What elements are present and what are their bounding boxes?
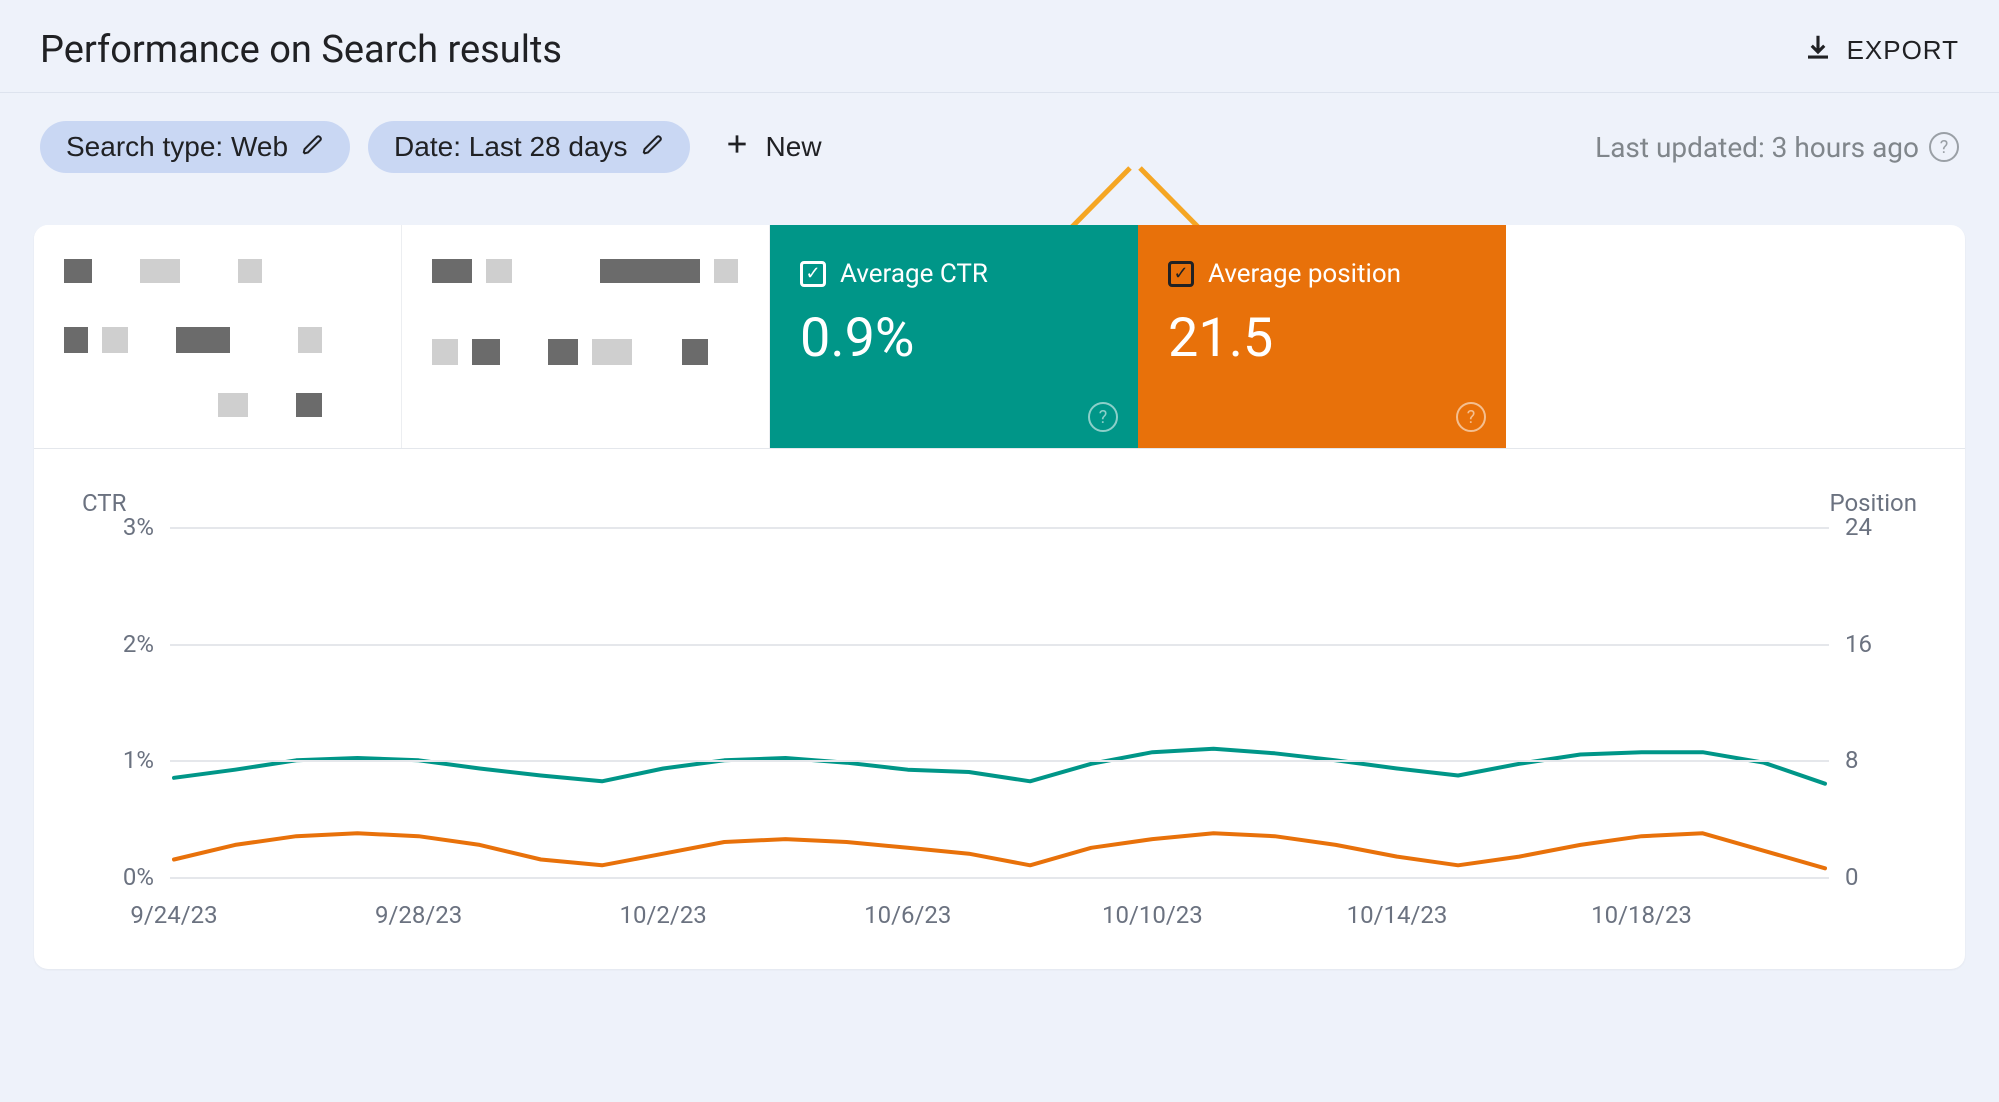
x-tick: 10/18/23 [1591, 901, 1692, 929]
redacted-content [64, 259, 371, 418]
metric-ctr-label: Average CTR [840, 259, 988, 289]
y-tick-right: 16 [1845, 630, 1915, 658]
help-icon[interactable]: ? [1456, 402, 1486, 432]
chart-grid: 9/24/239/28/2310/2/2310/6/2310/10/2310/1… [174, 527, 1825, 877]
y-tick-left: 2% [84, 630, 154, 658]
series-ctr [174, 749, 1825, 784]
help-icon[interactable]: ? [1929, 132, 1959, 162]
x-tick: 9/24/23 [130, 901, 217, 929]
last-updated: Last updated: 3 hours ago ? [1595, 131, 1959, 164]
pencil-icon [642, 131, 664, 163]
y-tick-right: 24 [1845, 513, 1915, 541]
metric-position-value: 21.5 [1168, 307, 1476, 370]
redacted-content [432, 259, 739, 418]
x-tick: 10/10/23 [1102, 901, 1203, 929]
x-tick: 10/14/23 [1347, 901, 1448, 929]
x-tick: 9/28/23 [375, 901, 462, 929]
metric-ctr-value: 0.9% [800, 307, 1108, 370]
series-position [174, 833, 1825, 868]
last-updated-text: Last updated: 3 hours ago [1595, 131, 1919, 164]
pencil-icon [302, 131, 324, 163]
metric-tile-ctr[interactable]: ✓ Average CTR 0.9% ? [770, 225, 1138, 448]
page-title: Performance on Search results [40, 28, 562, 72]
y-tick-right: 0 [1845, 863, 1915, 891]
y-tick-left: 0% [84, 863, 154, 891]
chart: CTR Position 9/24/239/28/2310/2/2310/6/2… [34, 449, 1965, 969]
filter-search-type-label: Search type: Web [66, 131, 288, 163]
new-filter-label: New [766, 131, 822, 163]
plus-icon [724, 131, 750, 164]
help-icon[interactable]: ? [1088, 402, 1118, 432]
x-tick: 10/2/23 [620, 901, 707, 929]
add-filter-button[interactable]: New [724, 131, 822, 164]
download-icon [1803, 32, 1833, 69]
filter-search-type[interactable]: Search type: Web [40, 121, 350, 173]
filters-row: Search type: Web Date: Last 28 days New [0, 93, 1999, 197]
export-label: EXPORT [1847, 35, 1959, 66]
x-axis-ticks: 9/24/239/28/2310/2/2310/6/2310/10/2310/1… [174, 901, 1825, 931]
metric-position-label: Average position [1208, 259, 1401, 289]
filter-date-label: Date: Last 28 days [394, 131, 627, 163]
checkbox-icon: ✓ [1168, 261, 1194, 287]
y-tick-left: 1% [84, 746, 154, 774]
header: Performance on Search results EXPORT [0, 0, 1999, 93]
x-tick: 10/6/23 [864, 901, 951, 929]
metric-tile-position[interactable]: ✓ Average position 21.5 ? [1138, 225, 1506, 448]
filter-date-range[interactable]: Date: Last 28 days [368, 121, 689, 173]
y-tick-left: 3% [84, 513, 154, 541]
y-tick-right: 8 [1845, 746, 1915, 774]
metric-tile-clicks[interactable] [34, 225, 402, 448]
export-button[interactable]: EXPORT [1803, 32, 1959, 69]
checkbox-icon: ✓ [800, 261, 826, 287]
metric-tiles: ✓ Average CTR 0.9% ? ✓ Average position … [34, 225, 1965, 449]
line-plot [174, 527, 1825, 877]
performance-card: ✓ Average CTR 0.9% ? ✓ Average position … [34, 225, 1965, 969]
metric-tile-impressions[interactable] [402, 225, 770, 448]
